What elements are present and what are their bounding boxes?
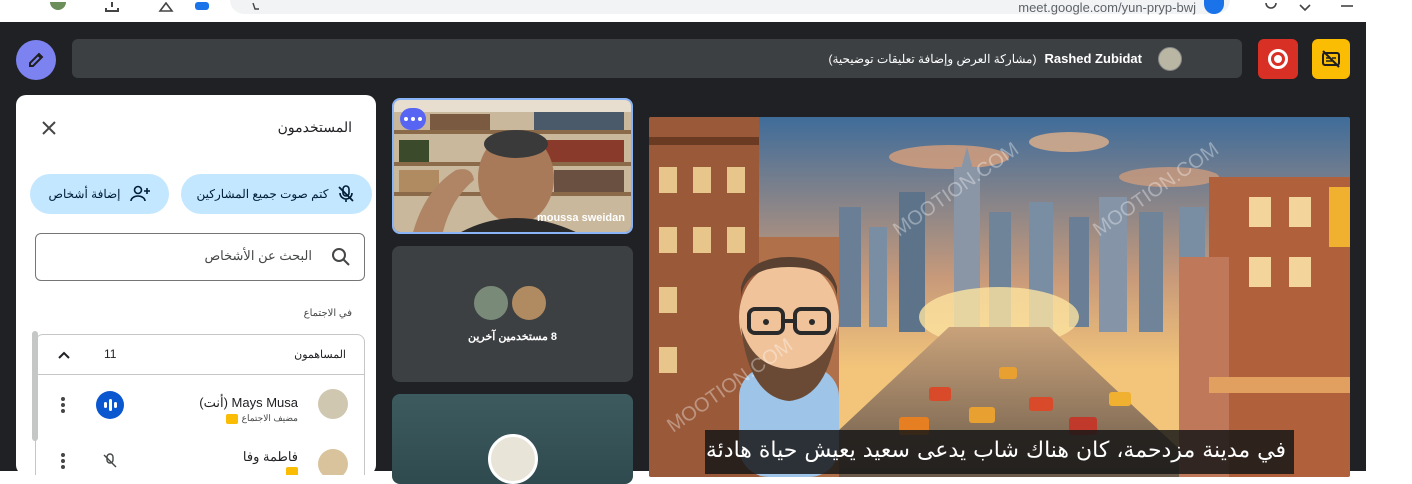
chevron-up-icon[interactable]: [56, 347, 72, 363]
search-people-input[interactable]: البحث عن الأشخاص: [35, 233, 365, 281]
forward-icon[interactable]: [1296, 0, 1314, 14]
mute-all-label: كتم صوت جميع المشاركين: [196, 187, 329, 201]
pencil-icon: [29, 52, 44, 67]
presentation-bar: Rashed Zubidat (مشاركة العرض وإضافة تعلي…: [72, 39, 1242, 78]
participant-role: [286, 467, 298, 475]
contributors-header[interactable]: المساهمون 11: [36, 335, 364, 375]
window-control-icon[interactable]: [1338, 0, 1356, 14]
bookmark-manager-icon[interactable]: [156, 0, 176, 14]
presenter-name: Rashed Zubidat: [1044, 51, 1142, 66]
close-icon: [42, 121, 56, 135]
more-options-button[interactable]: [58, 451, 68, 471]
panel-title: المستخدمون: [277, 119, 352, 135]
host-role-label: مضيف الاجتماع: [241, 413, 298, 423]
others-avatars: [472, 284, 552, 324]
participant-row[interactable]: Mays Musa (أنت) مضيف الاجتماع: [36, 375, 364, 435]
participant-avatar: [318, 389, 348, 419]
avatar: [510, 284, 548, 322]
add-people-label: إضافة أشخاص: [48, 187, 121, 201]
site-info-icon[interactable]: [1204, 0, 1224, 14]
presenter-info: Rashed Zubidat (مشاركة العرض وإضافة تعلي…: [828, 39, 1182, 78]
more-options-button[interactable]: [58, 395, 68, 415]
shared-screen: MOOTION.COM MOOTION.COM MOOTION.COM: [649, 117, 1350, 477]
captions-off-button[interactable]: [1312, 39, 1350, 79]
badge-icon: [286, 467, 298, 475]
extension-icon[interactable]: [192, 0, 212, 14]
add-person-icon: [129, 185, 150, 202]
close-panel-button[interactable]: [38, 117, 60, 139]
contributors-label: المساهمون: [294, 349, 346, 361]
participant-row[interactable]: فاطمة وفا: [36, 435, 364, 475]
captions-off-icon: [1322, 50, 1340, 68]
presenter-activity: (مشاركة العرض وإضافة تعليقات توضيحية): [828, 51, 1037, 66]
annotate-button[interactable]: [16, 40, 56, 80]
contributors-count: 11: [104, 347, 117, 361]
speaking-indicator-icon: [96, 391, 124, 419]
presentation-image: MOOTION.COM MOOTION.COM MOOTION.COM: [649, 117, 1350, 477]
mute-all-button[interactable]: كتم صوت جميع المشاركين: [181, 174, 372, 214]
profile-icon[interactable]: [48, 0, 68, 14]
participant-role: مضيف الاجتماع: [225, 413, 298, 424]
people-panel: المستخدمون كتم صوت جميع المشاركين إضافة …: [16, 95, 376, 475]
search-placeholder: البحث عن الأشخاص: [204, 248, 312, 263]
participant-avatar: [318, 449, 348, 475]
participant-video-tile[interactable]: moussa sweidan: [392, 98, 633, 234]
search-icon: [332, 248, 350, 266]
browser-toolbar: meet.google.com/yun-pryp-bwj: [0, 0, 1412, 22]
download-icon[interactable]: [102, 0, 122, 14]
avatar: [472, 284, 510, 322]
participant-name: فاطمة وفا: [242, 449, 298, 464]
caption-text: في مدينة مزدحمة، كان هناك شاب يدعى سعيد …: [705, 430, 1294, 474]
star-icon[interactable]: [246, 0, 260, 14]
participant-name: moussa sweidan: [536, 212, 625, 224]
others-count-label: 8 مستخدمين آخرين: [467, 331, 558, 343]
mic-off-icon: [338, 185, 355, 202]
presenter-avatar: [1158, 46, 1182, 71]
in-meeting-label: في الاجتماع: [303, 308, 352, 319]
url-text[interactable]: meet.google.com/yun-pryp-bwj: [1018, 0, 1196, 15]
participant-name: Mays Musa (أنت): [199, 395, 298, 410]
refresh-icon[interactable]: [1262, 0, 1280, 14]
page-margin: [1366, 22, 1412, 471]
stop-presenting-button[interactable]: [1258, 39, 1298, 79]
others-tile[interactable]: 8 مستخدمين آخرين: [392, 246, 633, 382]
record-icon: [1268, 49, 1288, 69]
address-bar[interactable]: meet.google.com/yun-pryp-bwj: [230, 0, 1230, 15]
host-icon: [225, 413, 238, 424]
contributors-group: المساهمون 11 Mays Musa (أنت) مضيف الاجتم…: [35, 334, 365, 475]
mic-off-icon: [103, 453, 117, 468]
avatar: [488, 434, 538, 484]
add-people-button[interactable]: إضافة أشخاص: [30, 174, 169, 214]
more-options-button[interactable]: [400, 108, 426, 130]
